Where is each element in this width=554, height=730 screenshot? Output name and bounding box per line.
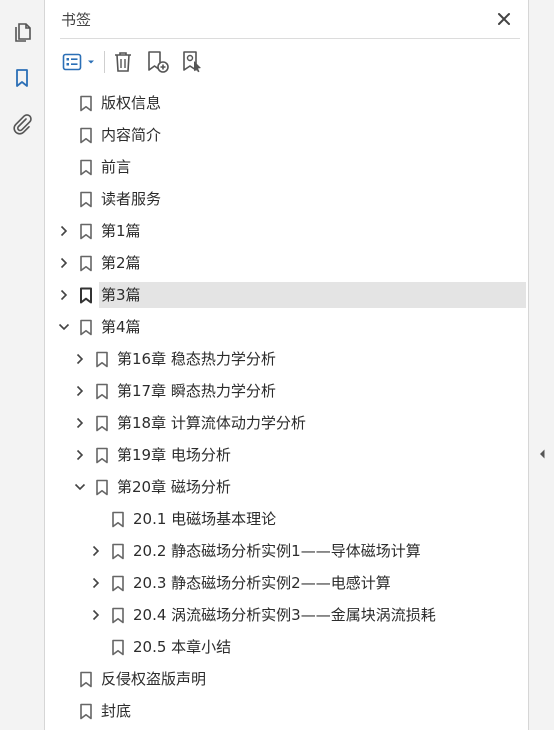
chevron-right-icon[interactable] <box>88 543 104 559</box>
collapse-arrow-icon[interactable] <box>538 448 546 460</box>
delete-bookmark-button[interactable] <box>110 48 136 76</box>
chevron-right-icon[interactable] <box>72 383 88 399</box>
bookmark-icon <box>96 447 108 464</box>
options-menu-icon <box>62 53 82 71</box>
chevron-right-icon[interactable] <box>56 287 72 303</box>
bookmark-label: 20.3 静态磁场分析实例2——电感计算 <box>133 574 391 592</box>
bookmark-label: 第1篇 <box>101 222 141 240</box>
bookmark-icon <box>80 255 92 272</box>
bookmark-label: 20.5 本章小结 <box>133 638 232 656</box>
bookmark-from-structure-button[interactable] <box>179 48 207 76</box>
bookmark-label: 第20章 磁场分析 <box>117 478 231 496</box>
bookmark-item[interactable]: 内容简介 <box>45 122 528 148</box>
new-bookmark-icon <box>148 51 169 73</box>
bookmark-label: 第18章 计算流体动力学分析 <box>117 414 306 432</box>
bookmarks-panel: 书签 版权信息 内容简介 前言 读者服务 第1篇 第2篇 第3篇 第4篇 第16… <box>45 0 528 730</box>
bookmark-label: 前言 <box>101 158 132 176</box>
bookmark-icon <box>80 223 92 240</box>
bookmark-item[interactable]: 读者服务 <box>45 186 528 212</box>
bookmark-item[interactable]: 第19章 电场分析 <box>45 442 528 468</box>
options-menu-button[interactable] <box>59 48 99 76</box>
bookmark-icon <box>112 639 124 656</box>
delete-bookmark-icon <box>115 52 131 72</box>
bookmark-label: 封底 <box>101 702 132 720</box>
bookmark-icon <box>112 543 124 560</box>
bookmark-label: 读者服务 <box>101 190 162 208</box>
attachments-panel-button[interactable] <box>7 109 37 139</box>
pages-icon <box>15 23 31 42</box>
bookmark-icon <box>96 383 108 400</box>
bookmark-item[interactable]: 第4篇 <box>45 314 528 340</box>
bookmark-item[interactable]: 封底 <box>45 698 528 724</box>
left-navigation-rail <box>0 0 45 730</box>
bookmark-label: 第19章 电场分析 <box>117 446 231 464</box>
chevron-right-icon[interactable] <box>88 575 104 591</box>
bookmark-icon <box>16 69 28 87</box>
bookmark-item[interactable]: 20.4 涡流磁场分析实例3——金属块涡流损耗 <box>45 602 528 628</box>
bookmark-icon <box>80 287 92 304</box>
bookmark-icon <box>96 415 108 432</box>
bookmark-item[interactable]: 第16章 稳态热力学分析 <box>45 346 528 372</box>
bookmark-item[interactable]: 20.2 静态磁场分析实例1——导体磁场计算 <box>45 538 528 564</box>
bookmark-item[interactable]: 版权信息 <box>45 90 528 116</box>
chevron-right-icon[interactable] <box>88 607 104 623</box>
chevron-right-icon[interactable] <box>56 255 72 271</box>
bookmark-icon <box>112 511 124 528</box>
bookmark-item[interactable]: 第20章 磁场分析 <box>45 474 528 500</box>
bookmark-item[interactable]: 反侵权盗版声明 <box>45 666 528 692</box>
bookmark-icon <box>112 575 124 592</box>
bookmark-from-structure-icon <box>183 51 201 73</box>
bookmark-item[interactable]: 第3篇 <box>45 282 528 308</box>
header-divider <box>60 38 520 39</box>
bookmarks-panel-button[interactable] <box>7 63 37 93</box>
attachment-icon <box>13 114 32 135</box>
bookmark-label: 反侵权盗版声明 <box>101 670 207 688</box>
close-icon <box>498 13 510 25</box>
bookmark-label: 第17章 瞬态热力学分析 <box>117 382 276 400</box>
bookmark-label: 20.4 涡流磁场分析实例3——金属块涡流损耗 <box>133 606 436 624</box>
bookmark-icon <box>96 351 108 368</box>
bookmark-item[interactable]: 20.5 本章小结 <box>45 634 528 660</box>
bookmark-item[interactable]: 20.3 静态磁场分析实例2——电感计算 <box>45 570 528 596</box>
bookmark-item[interactable]: 第18章 计算流体动力学分析 <box>45 410 528 436</box>
bookmark-icon <box>80 127 92 144</box>
bookmarks-toolbar <box>45 44 528 80</box>
bookmark-label: 内容简介 <box>101 126 162 144</box>
new-bookmark-button[interactable] <box>144 48 172 76</box>
bookmark-label: 第2篇 <box>101 254 141 272</box>
chevron-down-icon <box>88 60 94 64</box>
bookmark-item[interactable]: 第2篇 <box>45 250 528 276</box>
bookmark-icon <box>80 703 92 720</box>
chevron-right-icon[interactable] <box>72 415 88 431</box>
bookmark-item[interactable]: 前言 <box>45 154 528 180</box>
chevron-right-icon[interactable] <box>72 351 88 367</box>
close-panel-button[interactable] <box>493 8 515 30</box>
bookmark-label: 20.1 电磁场基本理论 <box>133 510 277 528</box>
panel-header: 书签 <box>45 0 528 38</box>
bookmark-icon <box>80 159 92 176</box>
selection-highlight <box>99 282 526 308</box>
chevron-right-icon[interactable] <box>56 223 72 239</box>
toolbar-divider <box>104 51 105 73</box>
bookmark-item[interactable]: 20.1 电磁场基本理论 <box>45 506 528 532</box>
bookmark-icon <box>80 95 92 112</box>
panel-collapse-strip <box>528 0 554 730</box>
pages-panel-button[interactable] <box>7 17 37 47</box>
chevron-right-icon[interactable] <box>72 447 88 463</box>
bookmark-icon <box>80 671 92 688</box>
bookmark-label: 第4篇 <box>101 318 141 336</box>
panel-title: 书签 <box>61 11 92 29</box>
bookmark-label: 20.2 静态磁场分析实例1——导体磁场计算 <box>133 542 421 560</box>
bookmark-icon <box>80 319 92 336</box>
bookmark-label: 第3篇 <box>101 286 141 304</box>
bookmark-icon <box>96 479 108 496</box>
bookmark-label: 第16章 稳态热力学分析 <box>117 350 276 368</box>
bookmark-icon <box>112 607 124 624</box>
bookmark-icon <box>80 191 92 208</box>
bookmark-item[interactable]: 第17章 瞬态热力学分析 <box>45 378 528 404</box>
bookmark-label: 版权信息 <box>101 94 162 112</box>
bookmark-item[interactable]: 第1篇 <box>45 218 528 244</box>
chevron-down-icon[interactable] <box>72 479 88 495</box>
chevron-down-icon[interactable] <box>56 319 72 335</box>
